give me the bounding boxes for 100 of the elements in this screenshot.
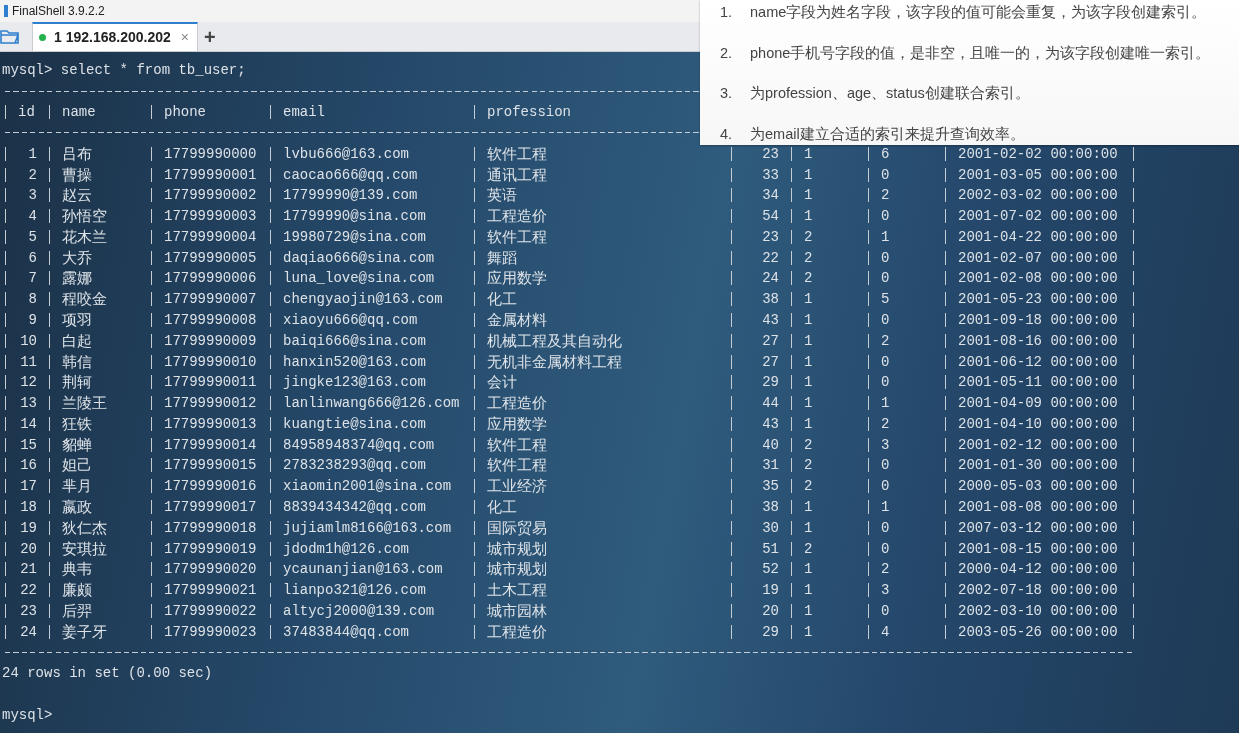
table-cell: 2000-04-12 00:00:00 (958, 561, 1118, 578)
new-tab-button[interactable]: + (197, 26, 222, 47)
table-cell: 程咬金 (62, 290, 107, 309)
table-cell: 1 (804, 499, 813, 516)
table-cell: 机械工程及其自动化 (487, 331, 622, 350)
table-cell: 24 (762, 270, 779, 287)
table-cell: lianpo321@126.com (283, 582, 426, 599)
folder-icon[interactable] (0, 28, 20, 45)
table-cell: 23 (762, 145, 779, 162)
table-cell: 0 (881, 602, 890, 619)
table-cell: 1 (804, 166, 813, 183)
table-cell: 38 (762, 499, 779, 516)
table-cell: 2 (804, 436, 813, 453)
table-cell: 22 (762, 249, 779, 266)
table-cell: 29 (762, 623, 779, 640)
table-cell: 通讯工程 (487, 165, 547, 184)
column-header: phone (164, 104, 206, 121)
table-cell: 1 (804, 187, 813, 204)
table-cell: 大乔 (62, 248, 92, 267)
table-cell: 3 (28, 187, 37, 204)
table-cell: 17799990@sina.com (283, 208, 426, 225)
table-cell: 2001-08-16 00:00:00 (958, 332, 1118, 349)
table-cell: 芈月 (62, 477, 92, 496)
table-cell: 2 (804, 478, 813, 495)
table-cell: 0 (881, 353, 890, 370)
table-cell: xiaoyu666@qq.com (283, 312, 418, 328)
table-cell: 8 (28, 291, 37, 308)
table-cell: 白起 (62, 331, 92, 350)
list-marker: 3. (720, 84, 734, 104)
column-header: profession (487, 104, 571, 121)
table-cell: 1 (804, 395, 813, 412)
table-cell: 4 (28, 208, 37, 225)
table-cell: 2001-08-15 00:00:00 (958, 540, 1118, 557)
table-cell: 19 (762, 582, 779, 599)
table-cell: 0 (881, 270, 890, 287)
table-cell: 0 (881, 478, 890, 495)
command-prompt: mysql> (2, 706, 53, 723)
table-cell: 城市规划 (487, 560, 547, 579)
table-cell: 应用数学 (487, 269, 547, 288)
table-cell: 51 (762, 540, 779, 557)
table-cell: 2001-05-11 00:00:00 (958, 374, 1118, 391)
table-cell: 0 (881, 519, 890, 536)
table-cell: 8839434342@qq.com (283, 499, 426, 516)
session-tab[interactable]: 1 192.168.200.202 × (32, 22, 198, 51)
table-cell: 工程造价 (487, 622, 547, 641)
table-cell: luna_love@sina.com (283, 270, 435, 287)
table-cell: 22 (20, 582, 37, 599)
table-cell: 安琪拉 (62, 539, 107, 558)
table-cell: 17799990013 (164, 415, 257, 432)
table-cell: 1 (804, 415, 813, 432)
table-cell: 花木兰 (62, 227, 107, 246)
table-cell: lanlinwang666@126.com (283, 395, 460, 412)
table-cell: 17799990011 (164, 374, 257, 391)
table-cell: 2003-05-26 00:00:00 (958, 623, 1118, 640)
close-button[interactable]: × (178, 27, 191, 48)
table-cell: 20 (20, 540, 37, 557)
table-cell: 城市规划 (487, 539, 547, 558)
table-cell: 4 (881, 623, 890, 640)
table-cell: 52 (762, 561, 779, 578)
table-cell: 英语 (487, 186, 517, 205)
table-cell: 会计 (487, 373, 517, 392)
table-cell: 舞蹈 (487, 248, 517, 267)
table-cell: 2007-03-12 00:00:00 (958, 519, 1118, 536)
note-text: phone手机号字段的值，是非空，且唯一的，为该字段创建唯一索引。 (750, 43, 1211, 63)
table-cell: 2783238293@qq.com (283, 457, 426, 474)
list-marker: 1. (720, 3, 734, 23)
table-cell: 2 (881, 332, 890, 349)
table-cell: jujiamlm8166@163.com (283, 519, 452, 536)
table-cell: 2001-08-08 00:00:00 (958, 499, 1118, 516)
table-cell: 40 (762, 436, 779, 453)
table-cell: 工程造价 (487, 207, 547, 226)
table-cell: 17799990@139.com (283, 187, 418, 204)
table-cell: 17799990003 (164, 208, 257, 225)
table-cell: 17799990020 (164, 561, 257, 578)
table-cell: 2 (881, 187, 890, 204)
table-cell: 2002-03-10 00:00:00 (958, 602, 1118, 619)
table-cell: 17799990023 (164, 623, 257, 640)
table-cell: 狄仁杰 (62, 518, 107, 537)
column-header: email (283, 104, 325, 121)
table-cell: 29 (762, 374, 779, 391)
table-cell: 1 (881, 499, 890, 516)
table-cell: kuangtie@sina.com (283, 415, 426, 432)
table-cell: 1 (804, 374, 813, 391)
table-cell: 0 (881, 166, 890, 183)
table-cell: 姜子牙 (62, 622, 107, 641)
table-cell: 2 (28, 166, 37, 183)
table-cell: 1 (804, 519, 813, 536)
table-cell: 1 (28, 145, 37, 162)
table-cell: 34 (762, 187, 779, 204)
result-summary: 24 rows in set (0.00 sec) (2, 664, 213, 681)
table-cell: 赵云 (62, 186, 92, 205)
table-cell: 17799990008 (164, 312, 257, 328)
table-cell: 27 (762, 332, 779, 349)
table-cell: 2001-02-08 00:00:00 (958, 270, 1118, 287)
table-cell: hanxin520@163.com (283, 353, 426, 370)
table-cell: 曹操 (62, 165, 92, 184)
table-cell: 国际贸易 (487, 518, 547, 537)
table-cell: 软件工程 (487, 456, 547, 475)
table-cell: 7 (28, 270, 37, 287)
table-cell: 17799990015 (164, 457, 257, 474)
